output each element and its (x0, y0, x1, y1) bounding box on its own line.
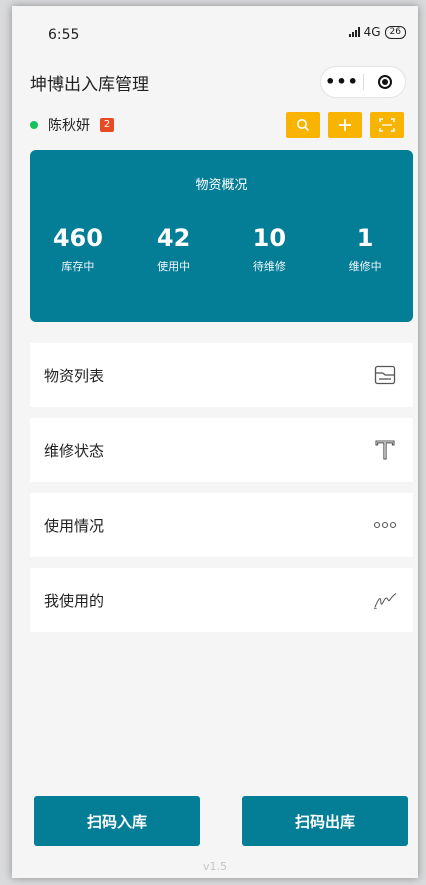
search-button[interactable] (286, 112, 320, 138)
stat-label: 使用中 (157, 260, 191, 273)
menu-item-label: 使用情况 (44, 516, 105, 535)
add-button[interactable] (328, 112, 362, 138)
menu-item-my-usage[interactable]: 我使用的 (30, 568, 413, 632)
menu-item-label: 我使用的 (44, 591, 105, 610)
list-card-icon (373, 363, 397, 387)
battery-icon: 26 (384, 25, 406, 39)
notification-badge[interactable]: 2 (100, 118, 114, 132)
menu-item-repair-status[interactable]: 维修状态 (30, 418, 413, 482)
user-info: 陈秋妍 2 (30, 114, 114, 136)
stat-value: 1 (356, 224, 374, 252)
phone-screen: 6:55 4G 26 坤博出入库管理 ••• 陈秋妍 2 物资概况 460 库存… (12, 6, 418, 878)
scan-in-button[interactable]: 扫码入库 (34, 796, 200, 846)
stat-label: 维修中 (348, 260, 382, 273)
more-dots-icon (373, 513, 397, 537)
stat-label: 待维修 (252, 260, 286, 273)
page-title: 坤博出入库管理 (30, 75, 149, 95)
scan-icon (379, 118, 395, 132)
menu-item-label: 维修状态 (44, 441, 105, 460)
menu-item-label: 物资列表 (44, 366, 105, 385)
scan-out-button[interactable]: 扫码出库 (242, 796, 408, 846)
app-version: v1.5 (202, 860, 227, 873)
stat-in-stock[interactable]: 460 库存中 (38, 224, 118, 274)
scan-button[interactable] (370, 112, 404, 138)
overview-stats: 460 库存中 42 使用中 10 待维修 1 维修中 (30, 224, 413, 274)
signal-icon (348, 27, 360, 37)
mini-program-capsule: ••• (320, 66, 406, 98)
stat-under-repair[interactable]: 1 维修中 (325, 224, 405, 274)
signature-icon (373, 588, 397, 612)
stat-value: 460 (52, 224, 103, 252)
toolbar (286, 112, 404, 138)
overview-title: 物资概况 (195, 178, 248, 193)
status-bar: 6:55 4G 26 (12, 6, 418, 58)
stat-value: 42 (156, 224, 191, 252)
stat-pending-repair[interactable]: 10 待维修 (229, 224, 309, 274)
search-icon (297, 119, 310, 132)
plus-icon (339, 119, 351, 131)
nav-bar: 坤博出入库管理 ••• (12, 58, 418, 104)
online-status-dot (30, 121, 38, 129)
text-t-icon (373, 438, 397, 462)
target-icon (377, 75, 392, 89)
close-mini-program-button[interactable] (364, 75, 405, 89)
more-icon[interactable]: ••• (321, 68, 363, 96)
status-time: 6:55 (48, 27, 80, 43)
user-name: 陈秋妍 (48, 118, 90, 134)
network-label: 4G (363, 25, 381, 39)
overview-card: 物资概况 460 库存中 42 使用中 10 待维修 1 维修中 (30, 150, 413, 322)
system-indicators: 4G 26 (348, 25, 406, 39)
stat-label: 库存中 (61, 260, 95, 273)
menu-item-inventory-list[interactable]: 物资列表 (30, 343, 413, 407)
menu-item-usage[interactable]: 使用情况 (30, 493, 413, 557)
stat-value: 10 (252, 224, 287, 252)
stat-in-use[interactable]: 42 使用中 (134, 224, 214, 274)
